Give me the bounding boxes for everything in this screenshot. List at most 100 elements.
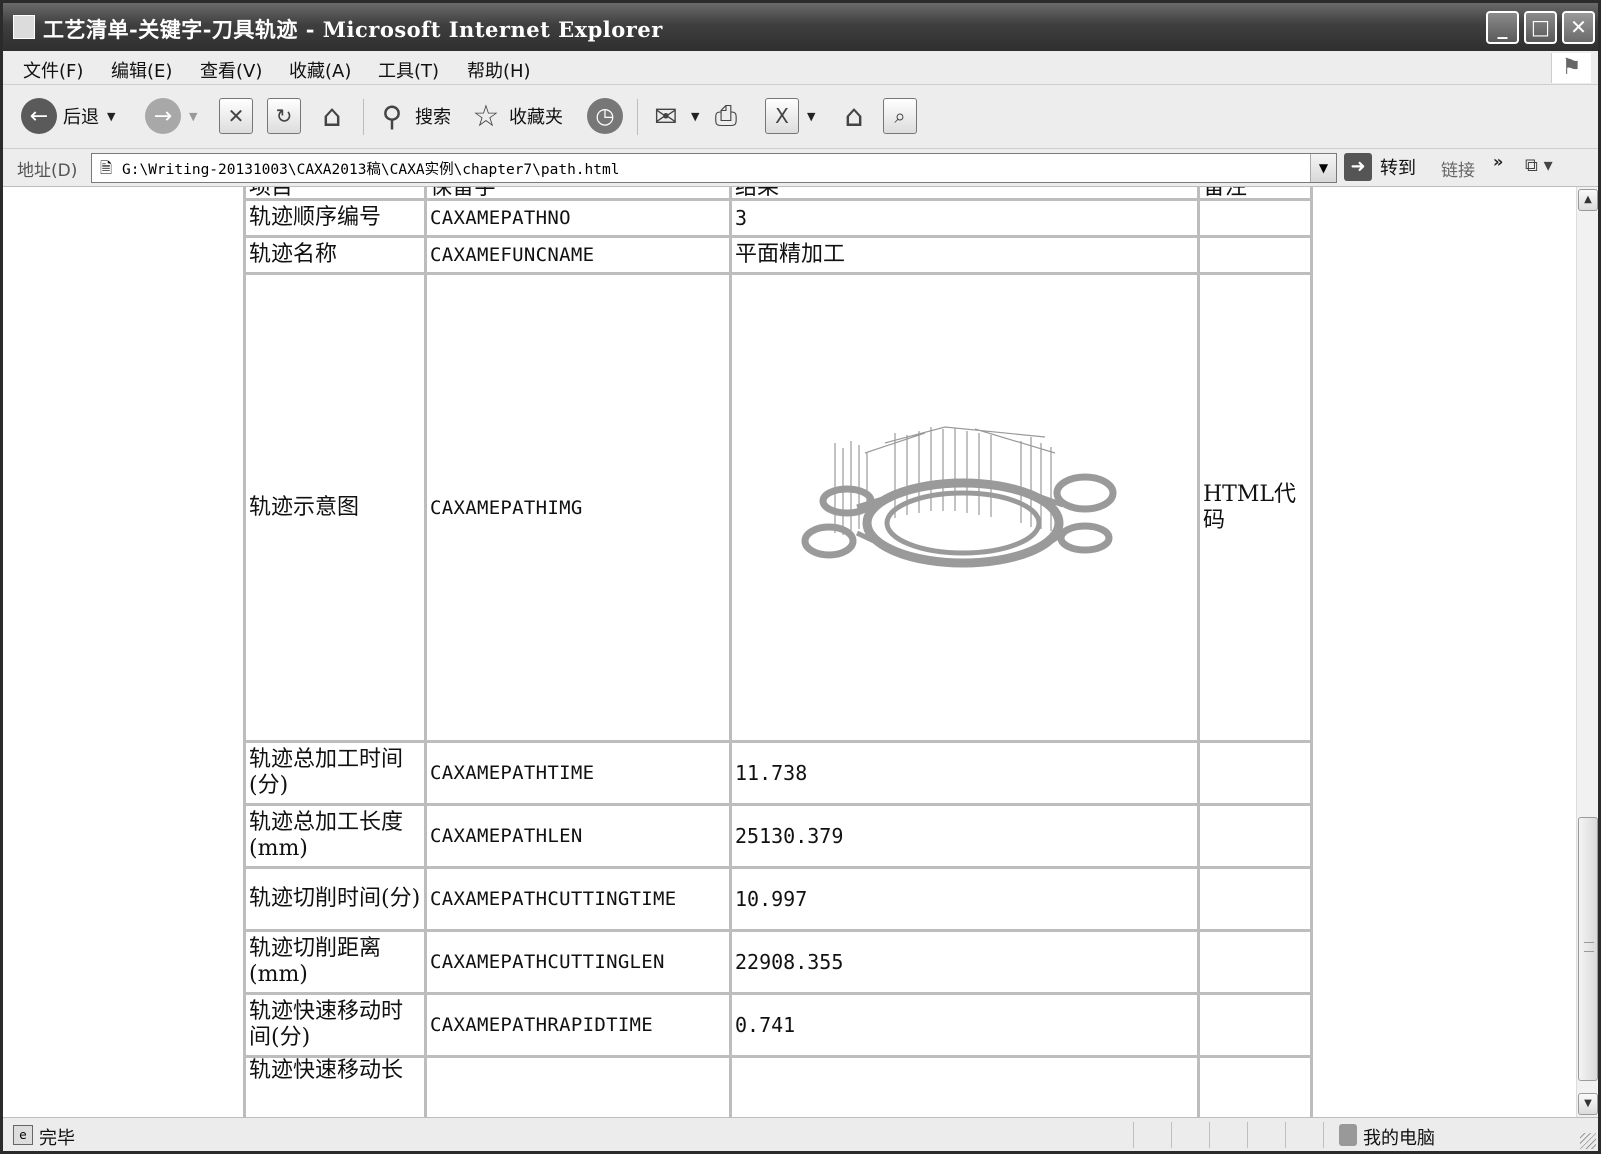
forward-button[interactable]: → ▼ bbox=[145, 95, 197, 137]
row-item: 轨迹切削距离(mm) bbox=[246, 932, 424, 992]
minimize-button[interactable]: _ bbox=[1486, 11, 1519, 44]
table-row: 轨迹快速移动时间(分) CAXAMEPATHRAPIDTIME 0.741 bbox=[246, 995, 1310, 1055]
address-url[interactable]: G:\Writing-20131003\CAXA2013稿\CAXA实例\cha… bbox=[122, 158, 619, 179]
row-result: 11.738 bbox=[732, 743, 1197, 803]
printer-icon: ⎙ bbox=[714, 99, 738, 132]
row-item: 轨迹快速移动时间(分) bbox=[246, 995, 424, 1055]
row-note bbox=[1200, 1058, 1310, 1117]
home-icon: ⌂ bbox=[322, 98, 342, 134]
stop-icon: ✕ bbox=[219, 98, 253, 134]
mail-dropdown-icon[interactable]: ▼ bbox=[691, 110, 699, 123]
stop-button[interactable]: ✕ bbox=[219, 95, 253, 137]
refresh-button[interactable]: ↻ bbox=[267, 95, 301, 137]
forward-dropdown-icon[interactable]: ▼ bbox=[189, 110, 197, 123]
address-input[interactable]: 🗎 G:\Writing-20131003\CAXA2013稿\CAXA实例\c… bbox=[91, 153, 1337, 183]
scroll-thumb[interactable] bbox=[1578, 817, 1598, 1081]
row-result: 25130.379 bbox=[732, 806, 1197, 866]
scroll-down-arrow-icon[interactable]: ▼ bbox=[1578, 1093, 1598, 1115]
print-button[interactable]: ⎙ bbox=[709, 95, 743, 137]
back-dropdown-icon[interactable]: ▼ bbox=[107, 110, 115, 123]
search-button[interactable]: ⚲ 搜索 bbox=[375, 95, 451, 137]
security-zone-text: 我的电脑 bbox=[1363, 1128, 1435, 1149]
row-note bbox=[1200, 201, 1310, 235]
refresh-icon: ↻ bbox=[267, 98, 301, 134]
report-table: 项目 保留字 结果 备注 轨迹顺序编号 CAXAMEPATHNO 3 轨迹名称 … bbox=[243, 187, 1313, 1117]
history-button[interactable]: ◷ bbox=[587, 95, 623, 137]
toolpath-left-lobes bbox=[801, 485, 874, 558]
title-bar[interactable]: 工艺清单-关键字-刀具轨迹 - Microsoft Internet Explo… bbox=[3, 3, 1598, 51]
menu-view[interactable]: 查看(V) bbox=[200, 57, 262, 83]
toolpath-image bbox=[801, 425, 1116, 567]
table-row: 轨迹总加工长度(mm) CAXAMEPATHLEN 25130.379 bbox=[246, 806, 1310, 866]
search-icon: ⚲ bbox=[381, 99, 403, 133]
row-keyword: CAXAMEFUNCNAME bbox=[427, 238, 729, 272]
window-title: 工艺清单-关键字-刀具轨迹 - Microsoft Internet Explo… bbox=[43, 17, 663, 42]
page-status-icon: e bbox=[13, 1125, 33, 1145]
computer-zone-icon bbox=[1339, 1124, 1357, 1146]
row-keyword: CAXAMEPATHIMG bbox=[427, 275, 729, 740]
row-keyword: CAXAMEPATHRAPIDTIME bbox=[427, 995, 729, 1055]
excel-button[interactable]: X ▼ bbox=[765, 95, 815, 137]
status-separator bbox=[1133, 1122, 1134, 1148]
excel-icon: X bbox=[765, 98, 799, 134]
links-chevron-icon[interactable]: » bbox=[1493, 152, 1503, 171]
row-item: 轨迹总加工长度(mm) bbox=[246, 806, 424, 866]
row-result: 平面精加工 bbox=[732, 238, 1197, 272]
table-row: 轨迹名称 CAXAMEFUNCNAME 平面精加工 bbox=[246, 238, 1310, 272]
row-result: 10.997 bbox=[732, 869, 1197, 929]
status-separator bbox=[1285, 1122, 1286, 1148]
mail-button[interactable]: ✉ ▼ bbox=[649, 95, 699, 137]
table-row: 轨迹示意图 CAXAMEPATHIMG HTML代码 bbox=[246, 275, 1310, 740]
star-icon: ☆ bbox=[472, 98, 500, 134]
forward-arrow-icon: → bbox=[145, 98, 181, 134]
windows-flag-icon: ⚑ bbox=[1551, 53, 1591, 83]
menu-bar: 文件(F) 编辑(E) 查看(V) 收藏(A) 工具(T) 帮助(H) ⚑ bbox=[3, 51, 1598, 85]
close-button[interactable]: ✕ bbox=[1562, 11, 1595, 44]
row-note bbox=[1200, 932, 1310, 992]
address-dropdown-icon[interactable]: ▼ bbox=[1310, 154, 1336, 182]
row-note bbox=[1200, 869, 1310, 929]
status-text: 完毕 bbox=[39, 1128, 75, 1149]
home-button[interactable]: ⌂ bbox=[315, 95, 349, 137]
row-item: 轨迹示意图 bbox=[246, 275, 424, 740]
go-label: 转到 bbox=[1380, 158, 1416, 179]
links-button[interactable]: 链接 bbox=[1441, 156, 1475, 181]
extra-tools-icon[interactable]: ⧉ ▾ bbox=[1525, 155, 1553, 176]
address-bar: 地址(D) 🗎 G:\Writing-20131003\CAXA2013稿\CA… bbox=[3, 149, 1598, 187]
row-item: 轨迹名称 bbox=[246, 238, 424, 272]
resize-grip[interactable] bbox=[1580, 1133, 1596, 1149]
browser-window: 工艺清单-关键字-刀具轨迹 - Microsoft Internet Explo… bbox=[0, 0, 1601, 1154]
go-arrow-icon: ➜ bbox=[1344, 153, 1372, 181]
favorites-button[interactable]: ☆ 收藏夹 bbox=[469, 95, 563, 137]
row-item: 轨迹切削时间(分) bbox=[246, 869, 424, 929]
menu-tools[interactable]: 工具(T) bbox=[378, 57, 439, 83]
discuss-button[interactable]: ⌂ bbox=[837, 95, 871, 137]
status-separator bbox=[1247, 1122, 1248, 1148]
vertical-scrollbar[interactable]: ▲ ▼ bbox=[1576, 187, 1598, 1117]
row-result: 3 bbox=[732, 201, 1197, 235]
table-row: 轨迹切削距离(mm) CAXAMEPATHCUTTINGLEN 22908.35… bbox=[246, 932, 1310, 992]
toolpath-image-cell bbox=[732, 275, 1197, 740]
menu-edit[interactable]: 编辑(E) bbox=[111, 57, 172, 83]
toolpath-right-lobes bbox=[1053, 473, 1116, 553]
menu-favorites[interactable]: 收藏(A) bbox=[289, 57, 351, 83]
ie-page-icon bbox=[13, 15, 35, 39]
menu-help[interactable]: 帮助(H) bbox=[467, 57, 531, 83]
back-label: 后退 bbox=[63, 107, 99, 128]
excel-dropdown-icon[interactable]: ▼ bbox=[807, 110, 815, 123]
back-button[interactable]: ← 后退 ▼ bbox=[21, 95, 115, 137]
page-viewport[interactable]: 项目 保留字 结果 备注 轨迹顺序编号 CAXAMEPATHNO 3 轨迹名称 … bbox=[3, 187, 1576, 1117]
row-note bbox=[1200, 806, 1310, 866]
go-button[interactable]: ➜ 转到 bbox=[1344, 153, 1416, 181]
menu-file[interactable]: 文件(F) bbox=[23, 57, 83, 83]
table-row: 轨迹总加工时间(分) CAXAMEPATHTIME 11.738 bbox=[246, 743, 1310, 803]
toolbar: ← 后退 ▼ → ▼ ✕ ↻ ⌂ ⚲ 搜索 ☆ 收藏夹 ◷ ✉ ▼ ⎙ X ▼ … bbox=[3, 85, 1598, 149]
address-label: 地址(D) bbox=[17, 161, 78, 181]
status-separator bbox=[1323, 1122, 1324, 1148]
status-separator bbox=[1171, 1122, 1172, 1148]
row-result bbox=[732, 1058, 1197, 1117]
maximize-button[interactable]: □ bbox=[1524, 11, 1557, 44]
row-keyword: CAXAMEPATHLEN bbox=[427, 806, 729, 866]
research-button[interactable]: ⌕ bbox=[883, 95, 917, 137]
scroll-up-arrow-icon[interactable]: ▲ bbox=[1578, 189, 1598, 211]
